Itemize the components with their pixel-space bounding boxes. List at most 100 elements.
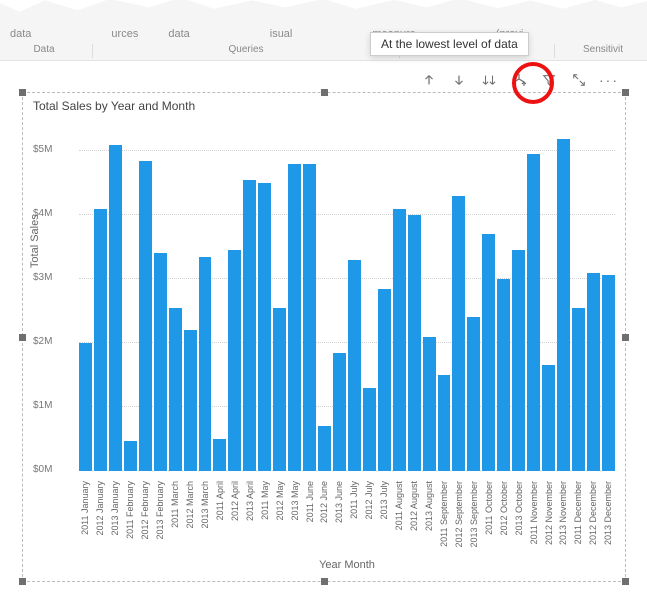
bar[interactable] [94,209,107,471]
bar[interactable] [408,215,421,471]
bar[interactable] [602,275,615,471]
resize-handle[interactable] [622,89,629,96]
bar[interactable] [482,234,495,471]
x-tick-label: 2013 January [110,481,120,536]
ribbon-groups: Data Queries Sensitivit [0,44,647,58]
bar[interactable] [348,260,361,471]
more-options-icon[interactable]: ··· [601,72,617,88]
expand-all-down-icon[interactable] [511,72,527,88]
bar[interactable] [318,426,331,471]
x-tick-label: 2012 August [409,481,419,531]
ribbon-item[interactable]: data [158,28,199,40]
x-tick-label: 2013 April [245,481,255,521]
x-tick-label: 2011 May [260,481,270,520]
bar[interactable] [497,279,510,471]
x-tick-label: 2013 May [290,481,300,521]
ribbon-group-label: Sensitivit [559,44,647,58]
x-tick-label: 2013 December [603,481,613,545]
bars [79,119,615,471]
chart-title: Total Sales by Year and Month [33,99,195,113]
ribbon-item[interactable]: data [0,28,41,40]
bar[interactable] [572,308,585,471]
bar[interactable] [109,145,122,471]
resize-handle[interactable] [622,578,629,585]
ribbon-group-label: Queries [97,44,395,58]
x-tick-label: 2013 March [200,481,210,529]
x-tick-label: 2011 September [439,481,449,547]
x-tick-label: 2013 August [424,481,434,531]
expand-next-level-icon[interactable] [481,72,497,88]
x-tick-label: 2012 November [544,481,554,545]
bar[interactable] [303,164,316,471]
x-tick-label: 2011 October [484,481,494,535]
bar[interactable] [124,441,137,471]
visual-header: ··· [421,72,617,88]
bar[interactable] [273,308,286,471]
x-tick-label: 2013 November [558,481,568,545]
x-tick-label: 2012 April [230,481,240,521]
x-tick-label: 2012 May [275,481,285,521]
bar[interactable] [169,308,182,471]
bar[interactable] [527,154,540,471]
bar[interactable] [452,196,465,471]
x-tick-label: 2011 August [394,481,404,530]
ribbon-item[interactable]: isual [260,28,303,40]
resize-handle[interactable] [321,578,328,585]
resize-handle[interactable] [19,578,26,585]
drill-down-icon[interactable] [451,72,467,88]
drill-up-icon[interactable] [421,72,437,88]
bar[interactable] [557,139,570,471]
bar[interactable] [288,164,301,471]
x-tick-label: 2012 July [364,481,374,520]
bar[interactable] [213,439,226,471]
resize-handle[interactable] [622,334,629,341]
bar[interactable] [423,337,436,471]
ribbon-group-label: Data [0,44,88,58]
bar[interactable] [333,353,346,471]
bar[interactable] [243,180,256,471]
x-tick-label: 2012 March [185,481,195,529]
y-axis-label: Total Sales [29,214,41,268]
y-tick-label: $0M [33,464,52,475]
bar[interactable] [363,388,376,471]
bar[interactable] [438,375,451,471]
x-tick-label: 2013 February [155,481,165,540]
bar[interactable] [199,257,212,471]
x-tick-label: 2012 January [95,481,105,536]
filter-icon[interactable] [541,72,557,88]
x-tick-label: 2012 September [454,481,464,548]
x-tick-label: 2013 June [334,481,344,523]
x-tick-label: 2011 March [170,481,180,528]
resize-handle[interactable] [321,89,328,96]
bar[interactable] [378,289,391,471]
x-tick-label: 2011 June [305,481,315,522]
bar[interactable] [587,273,600,471]
x-tick-label: 2011 January [80,481,90,535]
y-tick-label: $3M [33,272,52,283]
plot-area: Total Sales Year Month $0M$1M$2M$3M$4M$5… [79,119,615,471]
bar[interactable] [542,365,555,471]
x-tick-label: 2011 April [215,481,225,520]
x-tick-label: 2012 December [588,481,598,545]
bar[interactable] [512,250,525,471]
resize-handle[interactable] [19,89,26,96]
bar[interactable] [467,317,480,471]
bar[interactable] [79,343,92,471]
bar[interactable] [139,161,152,471]
x-tick-label: 2011 November [529,481,539,544]
x-axis-label: Year Month [79,559,615,571]
ribbon-items: data urces data isual meanure (previ [0,28,647,40]
y-tick-label: $2M [33,336,52,347]
bar[interactable] [258,183,271,471]
focus-mode-icon[interactable] [571,72,587,88]
bar[interactable] [184,330,197,471]
ribbon-item[interactable]: urces [101,28,148,40]
y-tick-label: $5M [33,144,52,155]
bar[interactable] [154,253,167,471]
y-tick-label: $1M [33,400,52,411]
resize-handle[interactable] [19,334,26,341]
bar[interactable] [393,209,406,471]
drill-tooltip: At the lowest level of data [370,32,529,56]
chart-visual[interactable]: Total Sales by Year and Month Total Sale… [22,92,626,582]
bar[interactable] [228,250,241,471]
